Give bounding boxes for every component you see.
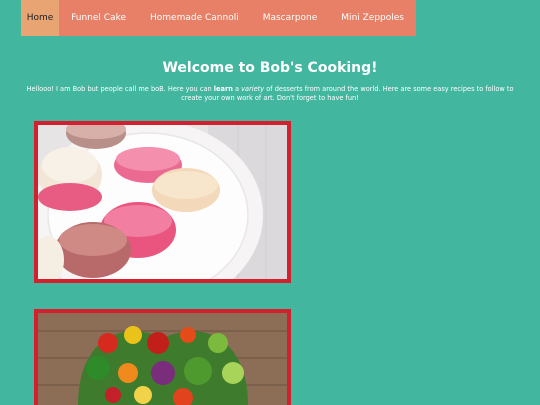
nav-item-homemade-cannoli[interactable]: Homemade Cannoli — [138, 0, 251, 36]
intro-text: Hellooo! I am Bob but people call me boB… — [20, 85, 520, 102]
macarons-picture — [38, 125, 287, 279]
intro-part-1: Hellooo! I am Bob but people call me boB… — [26, 85, 214, 93]
nav-item-home[interactable]: Home — [21, 0, 60, 36]
nav-item-mascarpone[interactable]: Mascarpone — [251, 0, 330, 36]
macarons-image — [34, 121, 291, 283]
vegetables-picture — [38, 313, 287, 405]
nav-item-mini-zeppoles[interactable]: Mini Zeppoles — [329, 0, 416, 36]
intro-italic: variety — [241, 85, 265, 93]
page-title: Welcome to Bob's Cooking! — [162, 60, 378, 76]
vegetables-image — [34, 309, 291, 405]
nav-bar: Home Funnel Cake Homemade Cannoli Mascar… — [21, 0, 416, 36]
intro-bold: learn — [213, 85, 233, 93]
intro-part-2: a — [232, 85, 242, 93]
nav-item-funnel-cake[interactable]: Funnel Cake — [59, 0, 138, 36]
